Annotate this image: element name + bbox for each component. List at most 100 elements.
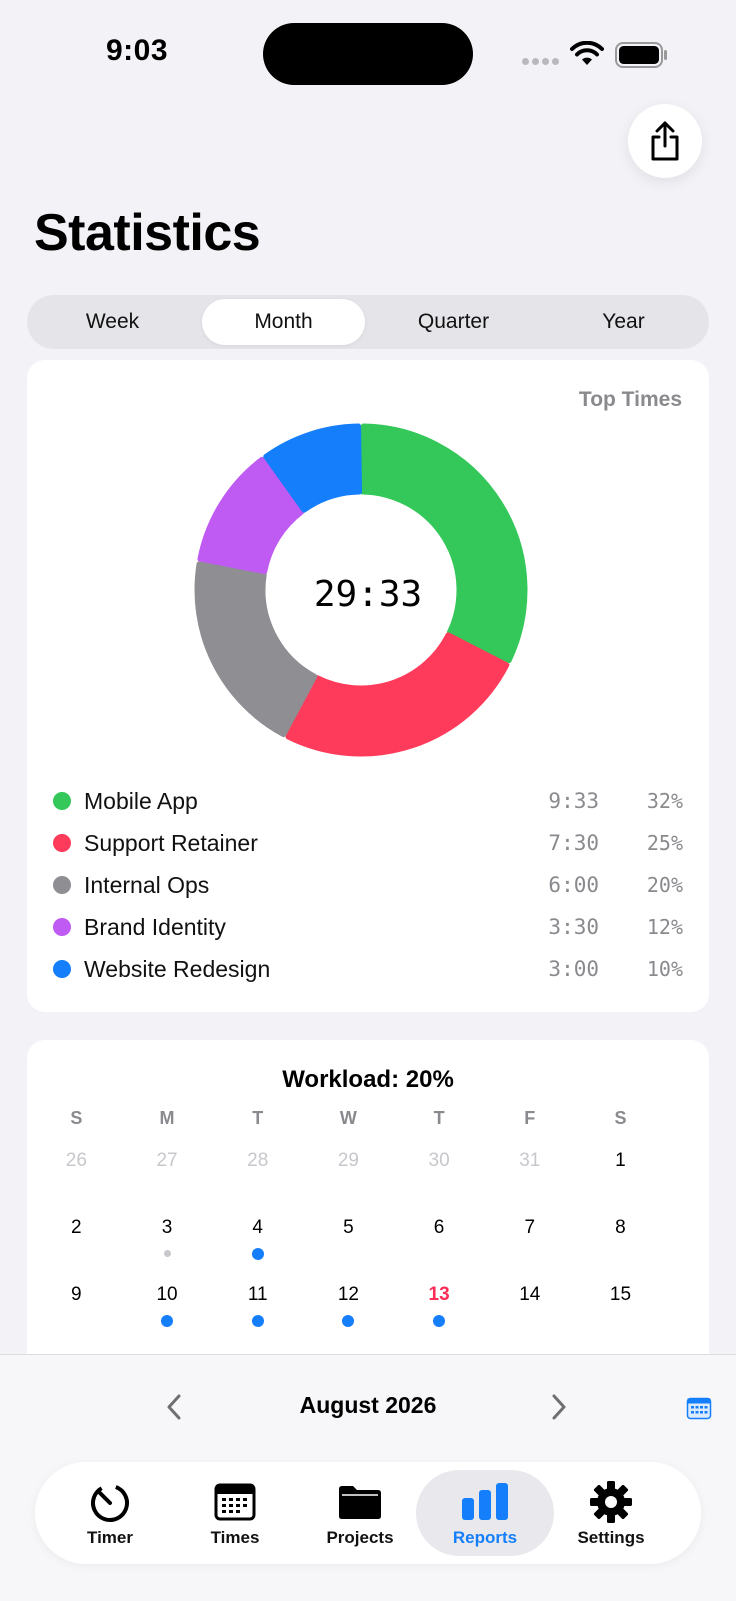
legend-time: 6:00 xyxy=(548,873,599,897)
legend-percent: 10% xyxy=(646,957,683,981)
segment-month[interactable]: Month xyxy=(202,299,365,345)
day-number: 1 xyxy=(615,1150,626,1171)
legend-percent: 25% xyxy=(646,831,683,855)
legend-name: Brand Identity xyxy=(84,913,226,940)
segment-year[interactable]: Year xyxy=(542,299,705,345)
day-number: 29 xyxy=(337,1150,359,1171)
workload-indicator-dot xyxy=(251,1248,264,1260)
legend-percent: 20% xyxy=(646,873,683,897)
tab-bar: Timer Times Projects Reports Settings xyxy=(35,1462,701,1564)
workload-calendar-card: Workload: 20% S M T W T F S 26 27 28 29 30 31… xyxy=(27,1040,709,1360)
donut-slice-support-retainer[interactable] xyxy=(285,632,510,757)
day-number: 13 xyxy=(428,1284,450,1305)
tab-label: Settings xyxy=(577,1528,645,1547)
calendar-day[interactable]: 12 xyxy=(303,1278,394,1345)
legend-row-mobile-app[interactable]: Mobile App 9:33 32% xyxy=(53,780,683,822)
legend-swatch xyxy=(53,918,71,936)
day-number: 6 xyxy=(433,1217,445,1238)
day-number: 9 xyxy=(71,1284,82,1305)
timer-icon xyxy=(91,1484,129,1522)
calendar-day[interactable]: 6 xyxy=(394,1211,485,1278)
calendar-day[interactable]: 4 xyxy=(212,1211,303,1278)
calendar-day[interactable]: 5 xyxy=(303,1211,394,1278)
legend-row-brand-identity[interactable]: Brand Identity 3:30 12% xyxy=(53,906,683,948)
day-number: 12 xyxy=(337,1284,359,1305)
share-button[interactable] xyxy=(628,104,702,178)
calendar-day[interactable]: 14 xyxy=(484,1278,575,1345)
day-number: 11 xyxy=(247,1284,268,1305)
top-times-card: Top Times 29:33 Mobile App 9:33 32% Supp… xyxy=(27,360,709,1012)
legend-time: 3:30 xyxy=(548,915,599,939)
legend-swatch xyxy=(53,792,71,810)
day-number: 5 xyxy=(343,1217,354,1238)
segment-quarter[interactable]: Quarter xyxy=(372,299,535,345)
workload-indicator-dot xyxy=(161,1315,174,1327)
cellular-signal-icon xyxy=(522,58,559,65)
weekday-header: S M T W T F S xyxy=(31,1108,705,1144)
legend-name: Support Retainer xyxy=(84,829,258,856)
calendar-day[interactable]: 7 xyxy=(484,1211,575,1278)
day-number: 27 xyxy=(156,1150,178,1171)
calendar-day[interactable]: 31 xyxy=(484,1144,575,1211)
calendar-day[interactable]: 26 xyxy=(31,1144,122,1211)
weekday-label: T xyxy=(252,1108,264,1128)
workload-indicator-dot xyxy=(342,1315,355,1327)
legend-swatch xyxy=(53,960,71,978)
tab-timer[interactable]: Timer xyxy=(41,1470,179,1556)
segment-week[interactable]: Week xyxy=(31,299,194,345)
folder-icon xyxy=(339,1486,381,1519)
calendar-day[interactable]: 3 xyxy=(122,1211,213,1278)
tab-reports[interactable]: Reports xyxy=(416,1470,554,1556)
calendar-day[interactable]: 2 xyxy=(31,1211,122,1278)
day-number: 28 xyxy=(247,1150,269,1171)
wifi-icon xyxy=(570,41,604,65)
weekday-label: W xyxy=(339,1108,357,1128)
workload-indicator-dot xyxy=(163,1250,171,1257)
legend-time: 7:30 xyxy=(548,831,599,855)
weekday-label: M xyxy=(159,1108,175,1128)
calendar-day[interactable]: 28 xyxy=(212,1144,303,1211)
day-number: 8 xyxy=(615,1217,626,1238)
total-time: 29:33 xyxy=(313,574,423,615)
calendar-day[interactable]: 8 xyxy=(575,1211,666,1278)
day-number: 7 xyxy=(524,1217,536,1238)
day-number: 10 xyxy=(156,1284,178,1305)
next-month-button[interactable] xyxy=(550,1393,568,1421)
weekday-label: F xyxy=(524,1108,536,1128)
day-number: 31 xyxy=(519,1150,541,1171)
calendar-day[interactable]: 27 xyxy=(122,1144,213,1211)
day-number: 2 xyxy=(71,1217,82,1238)
tab-projects[interactable]: Projects xyxy=(291,1470,429,1556)
legend-time: 3:00 xyxy=(548,957,599,981)
dynamic-island xyxy=(263,23,473,85)
calendar-day[interactable]: 10 xyxy=(122,1278,213,1345)
tab-label: Timer xyxy=(87,1528,133,1547)
calendar-day[interactable]: 9 xyxy=(31,1278,122,1345)
legend-time: 9:33 xyxy=(548,789,599,813)
legend-name: Website Redesign xyxy=(84,955,271,982)
calendar-picker-icon[interactable] xyxy=(686,1396,712,1420)
day-number: 14 xyxy=(519,1284,541,1305)
calendar-day[interactable]: 15 xyxy=(575,1278,666,1345)
day-number: 3 xyxy=(161,1217,173,1238)
tab-times[interactable]: Times xyxy=(166,1470,304,1556)
page-title: Statistics xyxy=(34,204,261,262)
calendar-day[interactable]: 11 xyxy=(212,1278,303,1345)
calendar-day[interactable]: 29 xyxy=(303,1144,394,1211)
weekday-label: S xyxy=(70,1108,83,1128)
legend-percent: 32% xyxy=(646,789,683,813)
legend-row-website-redesign[interactable]: Website Redesign 3:00 10% xyxy=(53,948,683,990)
donut-slice-mobile-app[interactable] xyxy=(359,423,528,664)
workload-indicator-dot xyxy=(251,1315,264,1327)
weekday-label: S xyxy=(614,1108,627,1128)
calendar-day-today[interactable]: 13 xyxy=(394,1278,485,1345)
legend-row-support-retainer[interactable]: Support Retainer 7:30 25% xyxy=(53,822,683,864)
bar-chart-icon xyxy=(462,1483,508,1520)
calendar-day[interactable]: 1 xyxy=(575,1144,666,1211)
workload-title: Workload: 20% xyxy=(282,1066,454,1093)
day-number: 30 xyxy=(428,1150,450,1171)
calendar-day[interactable]: 30 xyxy=(394,1144,485,1211)
donut-chart xyxy=(194,423,528,757)
legend-row-internal-ops[interactable]: Internal Ops 6:00 20% xyxy=(53,864,683,906)
tab-settings[interactable]: Settings xyxy=(542,1470,680,1556)
